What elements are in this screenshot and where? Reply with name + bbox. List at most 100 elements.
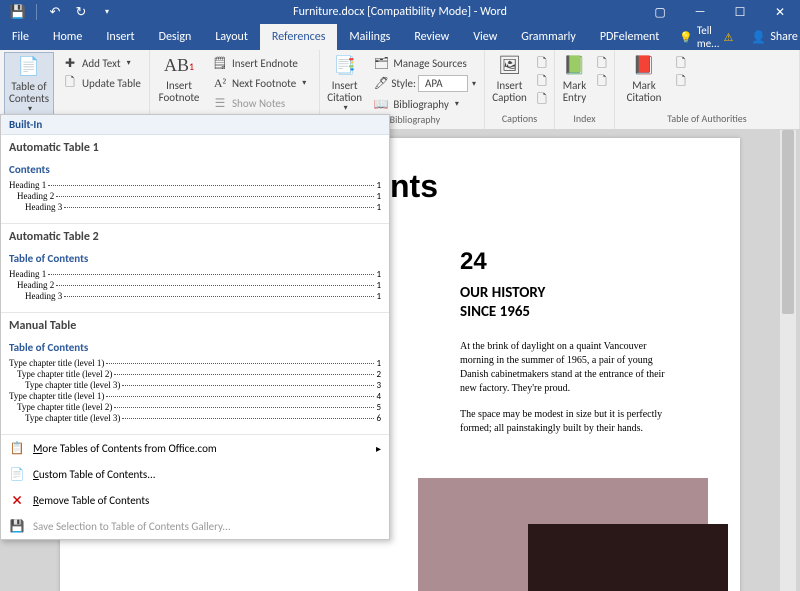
custom-toc[interactable]: 📄 Custom Table of Contents... xyxy=(1,461,389,487)
next-footnote-icon: A² xyxy=(212,75,228,91)
page-heading: nts xyxy=(390,168,690,205)
remove-toc[interactable]: 🗙 Remove Table of Contents xyxy=(1,487,389,513)
close-button[interactable]: ✕ xyxy=(760,0,800,24)
custom-toc-label: Custom Table of Contents... xyxy=(33,468,156,481)
toc-preview: Table of Contents Heading 11 Heading 21 … xyxy=(9,252,381,302)
insert-citation-button[interactable]: 📑 Insert Citation▾ xyxy=(324,52,365,113)
tab-references[interactable]: References xyxy=(260,24,338,50)
citation-style-select[interactable]: 🖊 Style: APA▾ xyxy=(369,74,480,93)
vertical-scrollbar[interactable] xyxy=(780,130,796,591)
warning-icon: ⚠ xyxy=(724,31,734,44)
index-a-icon[interactable]: 🗋 xyxy=(594,56,610,72)
update-table-label: Update Table xyxy=(82,77,141,90)
subtitle-line-2: SINCE 1965 xyxy=(460,303,680,322)
bibliography-icon: 📖 xyxy=(373,96,389,112)
tab-review[interactable]: Review xyxy=(402,24,461,50)
group-index: 📗 Mark Entry 🗋 🗋 Index xyxy=(555,50,615,129)
group-label-toa: Table of Authorities xyxy=(619,112,795,127)
tab-insert[interactable]: Insert xyxy=(94,24,146,50)
tab-home[interactable]: Home xyxy=(41,24,94,50)
caption-c-icon[interactable]: 🗋 xyxy=(534,92,550,108)
custom-toc-icon: 📄 xyxy=(9,466,25,482)
show-notes-icon: ☰ xyxy=(212,95,228,111)
bulb-icon: 💡 xyxy=(679,31,693,44)
toc-option-auto-2[interactable]: Automatic Table 2 Table of Contents Head… xyxy=(1,224,389,313)
manage-sources-button[interactable]: 🗂 Manage Sources xyxy=(369,54,480,72)
mark-entry-icon: 📗 xyxy=(563,54,587,78)
undo-button[interactable]: ↶ xyxy=(43,2,67,22)
style-label: Style: xyxy=(391,77,416,90)
mark-entry-button[interactable]: 📗 Mark Entry xyxy=(559,52,590,104)
ribbon-tabs: File Home Insert Design Layout Reference… xyxy=(0,24,800,50)
style-value[interactable]: APA xyxy=(418,75,468,92)
tab-layout[interactable]: Layout xyxy=(203,24,260,50)
manage-sources-label: Manage Sources xyxy=(393,57,467,70)
toc-option-title: Manual Table xyxy=(9,319,381,333)
next-footnote-button[interactable]: A² Next Footnote▾ xyxy=(208,74,310,92)
window-controls: ▢ — ☐ ✕ xyxy=(640,0,800,24)
tab-design[interactable]: Design xyxy=(147,24,204,50)
toa-b-icon[interactable]: 🗋 xyxy=(673,74,689,90)
tab-file[interactable]: File xyxy=(0,24,41,50)
toc-preview: Table of Contents Type chapter title (le… xyxy=(9,341,381,424)
maximize-button[interactable]: ☐ xyxy=(720,0,760,24)
toc-option-manual[interactable]: Manual Table Table of Contents Type chap… xyxy=(1,313,389,435)
toc-btn-label: Table of Contents xyxy=(5,81,53,105)
minimize-button[interactable]: — xyxy=(680,0,720,24)
toc-preview-heading: Contents xyxy=(9,163,381,176)
group-label-index: Index xyxy=(559,112,610,127)
table-of-contents-button[interactable]: 📄 Table of Contents▾ xyxy=(4,52,54,115)
office-icon: 📋 xyxy=(9,440,25,456)
show-notes-button[interactable]: ☰ Show Notes xyxy=(208,94,310,112)
caption-a-icon[interactable]: 🗋 xyxy=(534,56,550,72)
quick-access-toolbar: 💾 ↶ ↻ ▾ xyxy=(0,2,119,22)
tab-pdfelement[interactable]: PDFelement xyxy=(588,24,671,50)
insert-footnote-label: Insert Footnote xyxy=(154,80,204,104)
toc-preview: Contents Heading 11 Heading 21 Heading 3… xyxy=(9,163,381,213)
toa-a-icon[interactable]: 🗋 xyxy=(673,56,689,72)
save-button[interactable]: 💾 xyxy=(6,2,30,22)
more-toc-office[interactable]: 📋 MMore Tables of Contents from Office.c… xyxy=(1,435,389,461)
paragraph-1: At the brink of daylight on a quaint Van… xyxy=(460,340,680,396)
bibliography-label: Bibliography xyxy=(393,98,449,111)
tab-view[interactable]: View xyxy=(461,24,509,50)
share-button[interactable]: 👤 Share xyxy=(741,24,800,50)
divider xyxy=(36,4,37,20)
group-toa: 📕 Mark Citation 🗋 🗋 Table of Authorities xyxy=(615,50,800,129)
toc-option-title: Automatic Table 2 xyxy=(9,230,381,244)
style-icon: 🖊 xyxy=(373,76,389,92)
redo-button[interactable]: ↻ xyxy=(69,2,93,22)
citation-icon: 📑 xyxy=(333,54,357,78)
update-table-button[interactable]: 🗋 Update Table xyxy=(58,74,145,92)
tab-grammarly[interactable]: Grammarly xyxy=(509,24,588,50)
qat-customize[interactable]: ▾ xyxy=(95,2,119,22)
tell-me-label: Tell me... xyxy=(697,24,720,50)
right-column: 24 OUR HISTORY SINCE 1965 At the brink o… xyxy=(460,248,680,448)
insert-endnote-button[interactable]: 🗒 Insert Endnote xyxy=(208,54,310,72)
tab-mailings[interactable]: Mailings xyxy=(337,24,402,50)
group-label-captions: Captions xyxy=(489,112,550,127)
show-notes-label: Show Notes xyxy=(232,97,285,110)
add-text-button[interactable]: ✚ Add Text▾ xyxy=(58,54,145,72)
scrollbar-thumb[interactable] xyxy=(782,130,794,314)
toc-preview-heading: Table of Contents xyxy=(9,252,381,265)
insert-citation-label: Insert Citation xyxy=(324,80,365,104)
update-table-icon: 🗋 xyxy=(62,75,78,91)
ribbon-options-button[interactable]: ▢ xyxy=(640,0,680,24)
caption-b-icon[interactable]: 🗋 xyxy=(534,74,550,90)
group-captions: 🖼 Insert Caption 🗋 🗋 🗋 Captions xyxy=(485,50,555,129)
add-text-icon: ✚ xyxy=(62,55,78,71)
toc-option-auto-1[interactable]: Automatic Table 1 Contents Heading 11 He… xyxy=(1,135,389,224)
footnote-icon: AB1 xyxy=(167,54,191,78)
bibliography-button[interactable]: 📖 Bibliography▾ xyxy=(369,95,480,113)
index-b-icon[interactable]: 🗋 xyxy=(594,74,610,90)
mark-citation-button[interactable]: 📕 Mark Citation xyxy=(619,52,669,104)
toc-preview-heading: Table of Contents xyxy=(9,341,381,354)
toc-gallery-header: Built-In xyxy=(1,115,389,135)
share-icon: 👤 xyxy=(751,30,766,45)
insert-footnote-button[interactable]: AB1 Insert Footnote xyxy=(154,52,204,104)
caption-icon: 🖼 xyxy=(498,54,522,78)
insert-caption-button[interactable]: 🖼 Insert Caption xyxy=(489,52,530,104)
share-label: Share xyxy=(770,30,798,44)
tell-me[interactable]: 💡 Tell me... ⚠ xyxy=(671,24,741,50)
